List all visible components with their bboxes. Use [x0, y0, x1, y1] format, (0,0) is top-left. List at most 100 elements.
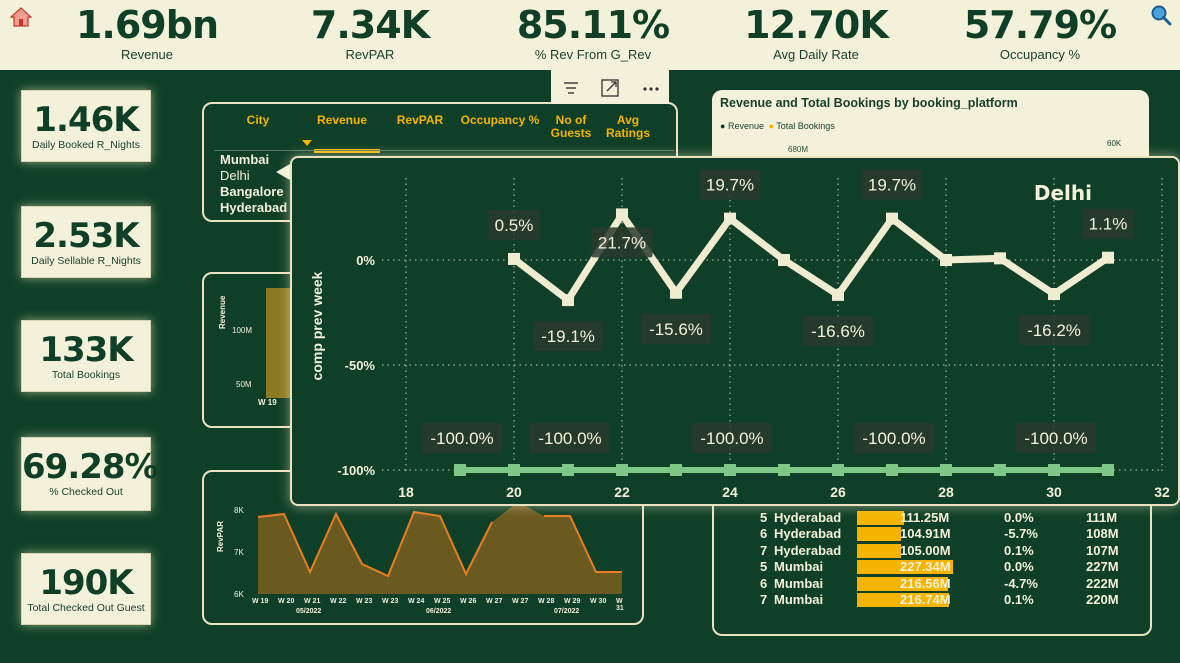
data-label: -16.6% [811, 322, 865, 341]
tick-label: W 23 [382, 598, 399, 605]
tick-label: W 21 [304, 598, 321, 605]
card-value: 2.53K [33, 216, 139, 256]
data-label: 21.7% [598, 233, 646, 252]
table-row[interactable]: 5 Hyderabad 111.25M 0.0% 111M [714, 510, 1150, 526]
tick-label: W 20 [278, 598, 295, 605]
data-point [994, 252, 1006, 265]
data-label: -100.0% [538, 429, 601, 448]
tick-label: W 24 [408, 598, 425, 605]
kpi-label: % Rev From G_Rev [534, 47, 652, 62]
y-axis-title: comp prev week [309, 271, 325, 380]
data-point [454, 464, 466, 476]
card-label: Daily Booked R_Nights [32, 139, 140, 151]
x-tick-label: 22 [614, 484, 630, 500]
kpi-value: 57.79% [963, 3, 1117, 47]
card-label: Daily Sellable R_Nights [31, 255, 141, 267]
comp-prev-week-chart[interactable]: 18 20 22 24 26 28 30 32 0% -50% -100% comp prev wee… [290, 156, 1180, 506]
x-tick-label: 28 [938, 484, 954, 500]
focus-mode-icon[interactable] [595, 74, 625, 102]
kpi-label: RevPAR [345, 47, 395, 62]
city-name[interactable]: Bangalore [220, 184, 284, 199]
kpi-label: Avg Daily Rate [773, 47, 859, 62]
card-value: 133K [39, 330, 133, 370]
legend-dot-icon: ● [720, 121, 726, 131]
tick-label: 60K [1107, 139, 1122, 148]
tick-label: W 26 [460, 598, 477, 605]
city-name[interactable]: Hyderabad [220, 200, 287, 215]
cell-week: 7 [760, 592, 768, 607]
search-icon[interactable] [1150, 4, 1172, 26]
cell-week: 6 [760, 575, 768, 591]
more-options-icon[interactable] [636, 74, 666, 102]
data-point [832, 464, 844, 476]
revenue-bar [857, 527, 902, 542]
tick-label: 50M [236, 380, 252, 389]
table-row[interactable]: 7 Mumbai 216.74M 0.1% 220M [714, 592, 1150, 608]
data-label: -19.1% [541, 327, 595, 346]
data-point [670, 286, 682, 299]
tick-label: W 27 [486, 598, 503, 605]
filter-icon[interactable] [556, 74, 586, 102]
table-row[interactable]: 5 Mumbai 227.34M 0.0% 227M [714, 559, 1150, 575]
data-point [994, 464, 1006, 476]
table-row[interactable]: 6 Hyderabad 104.91M -5.7% 108M [714, 526, 1150, 542]
visual-toolbar [551, 70, 669, 104]
cell-revenue: 111.25M [900, 510, 950, 525]
data-point [616, 464, 628, 476]
kpi-revpar: 7.34K RevPAR [260, 2, 480, 62]
cell-prev: 227M [1086, 559, 1119, 575]
cell-pct: 0.1% [1004, 542, 1034, 558]
data-point [832, 288, 844, 301]
city-name[interactable]: Delhi [220, 168, 250, 183]
cell-revenue: 105.00M [900, 542, 951, 558]
table-row[interactable]: 7 Hyderabad 105.00M 0.1% 107M [714, 543, 1150, 559]
data-point [886, 464, 898, 476]
data-point [778, 254, 790, 266]
card-label: Total Checked Out Guest [27, 602, 145, 614]
city-name[interactable]: Mumbai [220, 152, 269, 167]
cell-prev: 111M [1086, 510, 1118, 525]
cell-week: 5 [760, 510, 768, 525]
kpi-value: 12.70K [744, 3, 889, 47]
col-header[interactable]: City [232, 114, 284, 127]
col-header[interactable]: Occupancy % [460, 114, 540, 127]
data-label: 19.7% [868, 176, 916, 195]
axis-title: RevPAR [216, 521, 225, 552]
sort-desc-icon[interactable] [302, 140, 312, 147]
kpi-revenue: 1.69bn Revenue [37, 2, 257, 62]
kpi-label: Occupancy % [999, 47, 1081, 62]
table-row[interactable]: 6 Mumbai 216.56M -4.7% 222M [714, 576, 1150, 592]
card-label: Total Bookings [51, 369, 121, 381]
y-tick-label: -50% [345, 358, 376, 373]
col-header[interactable]: Revenue [304, 114, 380, 127]
revenue-week-panel: Revenue 100M 50M W 19 [202, 272, 302, 428]
revenue-bar [857, 511, 904, 525]
col-header[interactable]: RevPAR [390, 114, 450, 127]
data-point [940, 464, 952, 476]
home-icon[interactable] [10, 7, 32, 27]
cell-week: 6 [760, 526, 768, 542]
tick-label: 100M [232, 326, 253, 335]
cell-revenue: 104.91M [900, 526, 951, 542]
card-value: 190K [39, 563, 133, 603]
legend-dot-icon: ● [768, 121, 774, 131]
data-point [778, 464, 790, 476]
data-label: 19.7% [706, 176, 754, 195]
axis-title: Revenue [218, 295, 227, 329]
data-label: -15.6% [649, 320, 703, 339]
cell-city: Hyderabad [774, 510, 842, 525]
tick-label: 680M [788, 145, 809, 154]
tick-label: W 19 [252, 598, 269, 605]
card-value: 1.46K [33, 100, 139, 140]
data-point [562, 294, 574, 307]
data-point [724, 212, 736, 225]
tick-label: W 29 [564, 598, 581, 605]
revenue-bar [857, 543, 902, 558]
card-value: 69.28% [22, 447, 159, 487]
col-header[interactable]: No of Guests [548, 114, 594, 140]
cell-city: Mumbai [774, 575, 824, 591]
x-tick-label: 24 [722, 484, 738, 500]
col-header[interactable]: Avg Ratings [598, 114, 658, 140]
card-label: % Checked Out [49, 486, 123, 498]
tick-label: W 23 [356, 598, 373, 605]
